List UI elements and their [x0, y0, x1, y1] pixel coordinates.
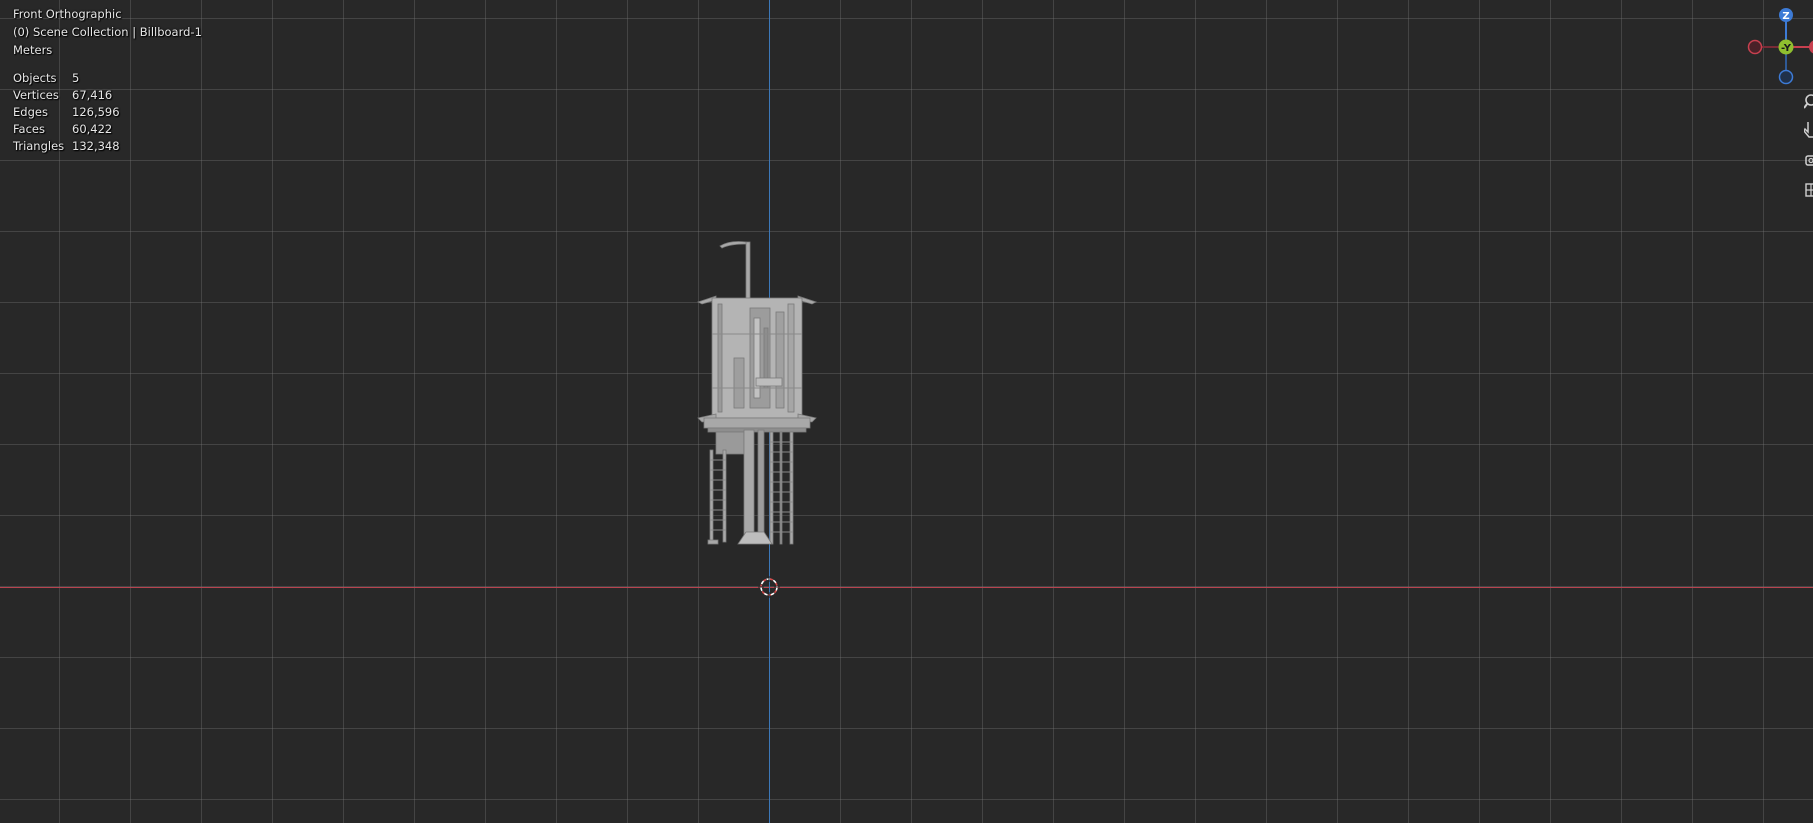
stats-value: 132,348	[72, 139, 120, 153]
stats-label: Faces	[13, 122, 45, 136]
camera-icon[interactable]	[1804, 151, 1813, 171]
stats-label: Objects	[13, 71, 57, 85]
zoom-icon[interactable]	[1804, 92, 1813, 112]
gizmo-neg-x-handle[interactable]	[1747, 39, 1763, 55]
gizmo-neg-z-handle[interactable]	[1778, 69, 1794, 85]
stats-row-vertices: Vertices 67,416	[13, 87, 202, 104]
units-label: Meters	[13, 43, 53, 57]
billboard-model[interactable]	[694, 238, 820, 590]
gizmo-x-handle[interactable]	[1809, 40, 1813, 54]
stats-value: 5	[72, 71, 80, 85]
stats-label: Edges	[13, 105, 48, 119]
collection-line: (0) Scene Collection | Billboard-1	[13, 25, 202, 39]
stats-value: 126,596	[72, 105, 120, 119]
x-axis-line	[0, 587, 1813, 588]
stats-label: Triangles	[13, 139, 65, 153]
pan-hand-icon[interactable]	[1804, 120, 1813, 140]
stats-row-edges: Edges 126,596	[13, 104, 202, 121]
stats-value: 67,416	[72, 88, 113, 102]
stats-row-faces: Faces 60,422	[13, 121, 202, 138]
stats-value: 60,422	[72, 122, 113, 136]
3d-viewport[interactable]: Front Orthographic (0) Scene Collection …	[0, 0, 1813, 823]
stats-row-objects: Objects 5	[13, 70, 202, 87]
gizmo-z-label: Z	[1782, 11, 1789, 22]
navigation-gizmo[interactable]: Z -Y	[1744, 4, 1813, 90]
gizmo-y-label: -Y	[1781, 43, 1792, 54]
stats-row-triangles: Triangles 132,348	[13, 138, 202, 155]
viewport-info-overlay: Front Orthographic (0) Scene Collection …	[13, 5, 202, 155]
view-name: Front Orthographic	[13, 7, 122, 21]
grid-icon[interactable]	[1804, 180, 1813, 200]
3d-cursor-icon[interactable]	[758, 576, 780, 598]
stats-label: Vertices	[13, 88, 59, 102]
